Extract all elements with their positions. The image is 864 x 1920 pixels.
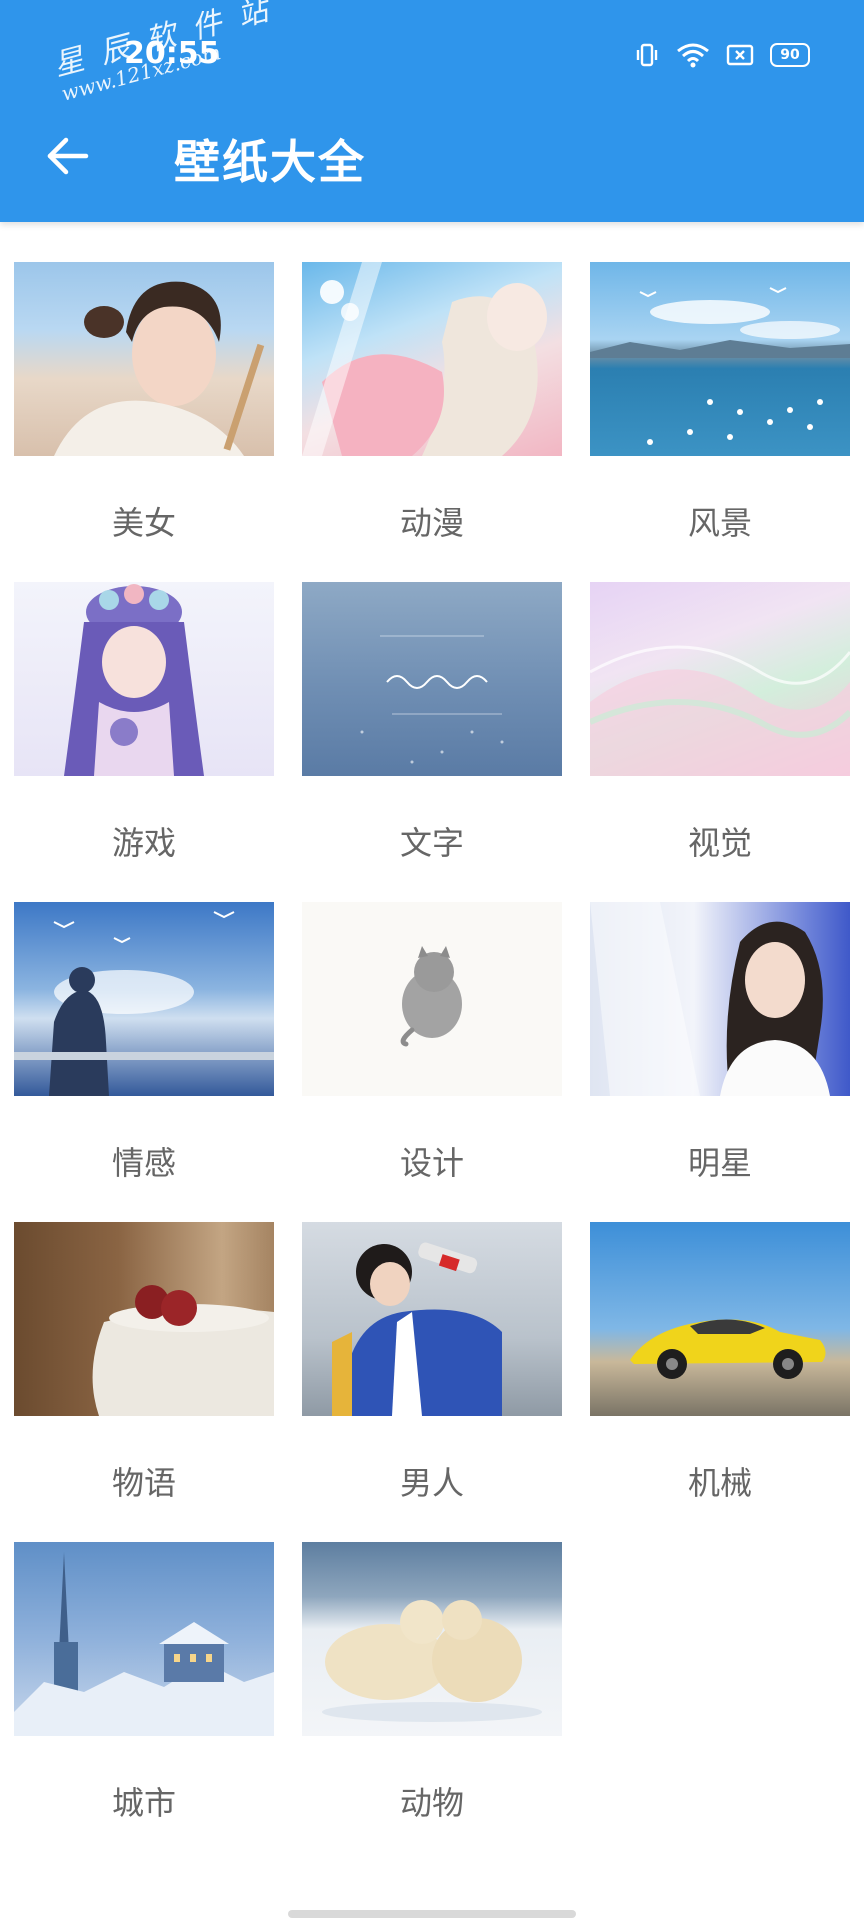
category-thumbnail [590,902,850,1096]
category-thumbnail [14,262,274,456]
back-arrow-icon [47,137,89,175]
category-thumbnail [302,582,562,776]
category-item-design[interactable]: 设计 [302,902,562,1202]
battery-icon: 90 [770,43,810,67]
category-label: 明星 [687,1144,752,1182]
category-item-text[interactable]: 文字 [302,582,562,882]
category-label: 动物 [399,1784,464,1822]
app-header: 星 辰 软 件 站 www.121xz.com 20:55 90 壁纸大全 [0,0,864,222]
category-item-beauty[interactable]: 美女 [14,262,274,562]
category-label: 城市 [111,1784,176,1822]
category-thumbnail [14,582,274,776]
category-item-man[interactable]: 男人 [302,1222,562,1522]
category-item-city[interactable]: 城市 [14,1542,274,1842]
category-item-game[interactable]: 游戏 [14,582,274,882]
category-thumbnail [302,1542,562,1736]
category-item-anime[interactable]: 动漫 [302,262,562,562]
category-item-visual[interactable]: 视觉 [590,582,850,882]
category-thumbnail [302,902,562,1096]
vibrate-icon [636,43,658,67]
category-label: 男人 [399,1464,464,1502]
category-label: 物语 [111,1464,176,1502]
category-item-animal[interactable]: 动物 [302,1542,562,1842]
battery-level: 90 [780,47,800,63]
category-label: 情感 [111,1144,176,1182]
back-button[interactable] [44,132,92,180]
wifi-icon [677,43,709,68]
category-item-celebrity[interactable]: 明星 [590,902,850,1202]
category-item-scenery[interactable]: 风景 [590,262,850,562]
category-label: 机械 [687,1464,752,1502]
category-thumbnail [590,262,850,456]
category-thumbnail [302,262,562,456]
category-label: 文字 [399,824,464,862]
page-title: 壁纸大全 [174,135,366,189]
category-label: 动漫 [399,504,464,542]
category-label: 美女 [111,504,176,542]
category-thumbnail [14,1222,274,1416]
category-thumbnail [590,1222,850,1416]
category-thumbnail [302,1222,562,1416]
category-label: 风景 [687,504,752,542]
status-icons: 90 [634,40,810,70]
category-label: 设计 [399,1144,464,1182]
home-indicator[interactable] [288,1910,576,1918]
category-label: 视觉 [687,824,752,862]
category-thumbnail [14,1542,274,1736]
category-thumbnail [14,902,274,1096]
category-label: 游戏 [111,824,176,862]
status-time: 20:55 [124,36,220,71]
category-item-emotion[interactable]: 情感 [14,902,274,1202]
no-sim-icon [726,44,754,66]
category-thumbnail [590,582,850,776]
category-item-story[interactable]: 物语 [14,1222,274,1522]
category-item-machine[interactable]: 机械 [590,1222,850,1522]
